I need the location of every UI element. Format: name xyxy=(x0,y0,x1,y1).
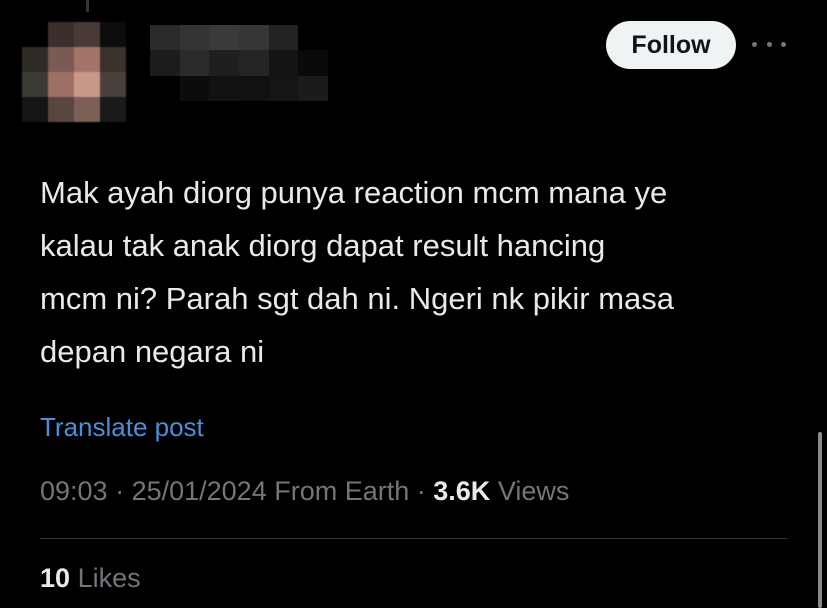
more-dot xyxy=(781,41,786,47)
more-horizontal-icon[interactable] xyxy=(752,30,786,58)
more-dot xyxy=(766,41,772,47)
views-label: Views xyxy=(497,476,570,506)
divider xyxy=(40,538,788,539)
post-text: Mak ayah diorg punya reaction mcm mana y… xyxy=(40,166,800,378)
scrollbar[interactable] xyxy=(818,432,822,608)
meta-separator: · xyxy=(409,476,434,506)
post-metadata: 09:03 · 25/01/2024 From Earth · 3.6K Vie… xyxy=(40,476,569,507)
post-text-line: Mak ayah diorg punya reaction mcm mana y… xyxy=(40,175,668,210)
views-count: 3.6K xyxy=(433,476,491,506)
avatar[interactable] xyxy=(22,22,126,122)
likes-label: Likes xyxy=(77,563,141,593)
likes-count: 10 xyxy=(40,563,71,593)
post-source: From Earth xyxy=(274,476,410,506)
post-text-line: mcm ni? Parah sgt dah ni. Ngeri nk pikir… xyxy=(40,281,675,316)
meta-separator: · xyxy=(107,476,132,506)
more-dot xyxy=(752,41,757,47)
follow-button[interactable]: Follow xyxy=(606,21,736,69)
translate-post-link[interactable]: Translate post xyxy=(40,412,204,443)
post-time[interactable]: 09:03 xyxy=(40,476,108,506)
post-text-line: depan negara ni xyxy=(40,334,265,369)
post-date[interactable]: 25/01/2024 xyxy=(132,476,267,506)
post-text-line: kalau tak anak diorg dapat result hancin… xyxy=(40,228,606,263)
likes-link[interactable]: 10 Likes xyxy=(40,563,141,594)
thread-connector-line xyxy=(86,0,89,12)
author-name-blurred[interactable] xyxy=(150,25,328,101)
